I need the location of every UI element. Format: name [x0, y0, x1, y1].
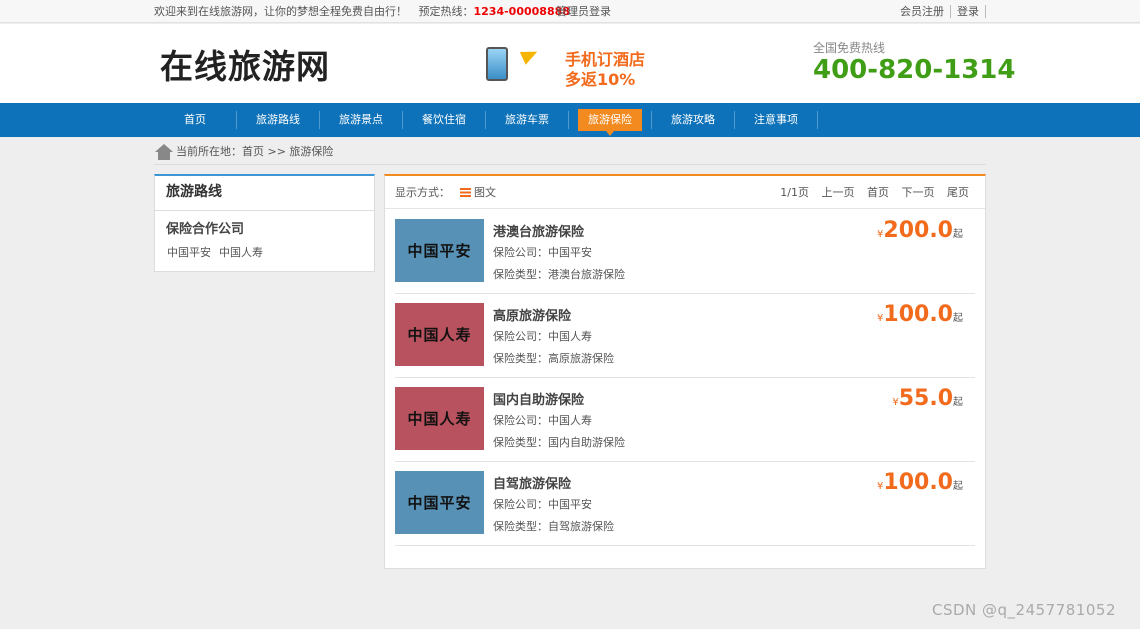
nav-item-notes[interactable]: 注意事项: [744, 109, 808, 131]
sidebar: 旅游路线 保险合作公司 中国平安 中国人寿: [154, 174, 375, 272]
list-item[interactable]: 中国平安 港澳台旅游保险 保险公司：中国平安 保险类型：港澳台旅游保险 ¥200…: [395, 210, 975, 294]
admin-login-link[interactable]: 管理员登录: [556, 0, 611, 23]
last-page-link[interactable]: 尾页: [947, 186, 969, 199]
item-company: 保险公司：中国人寿: [493, 330, 592, 343]
top-bar: 欢迎来到在线旅游网，让你的梦想全程免费自由行！ 预定热线：1234-000088…: [0, 0, 1140, 23]
item-title[interactable]: 国内自助游保险: [493, 389, 584, 408]
nav-item-tickets[interactable]: 旅游车票: [495, 109, 559, 131]
insurance-list-panel: 显示方式： 图文 1/1页 上一页 首页 下一页 尾页 中国平安 港澳台旅游保险 …: [384, 174, 986, 569]
item-company: 保险公司：中国平安: [493, 498, 592, 511]
first-page-link[interactable]: 首页: [867, 186, 889, 199]
login-link[interactable]: 登录: [951, 5, 986, 18]
insurer-logo-image[interactable]: 中国平安: [395, 219, 484, 282]
item-title[interactable]: 港澳台旅游保险: [493, 221, 584, 240]
register-link[interactable]: 会员注册: [894, 5, 951, 18]
nav-divider: [319, 111, 320, 129]
site-logo[interactable]: 在线旅游网: [160, 40, 330, 88]
item-type: 保险类型：港澳台旅游保险: [493, 268, 625, 281]
pager: 1/1页 上一页 首页 下一页 尾页: [771, 176, 969, 209]
nav-item-routes[interactable]: 旅游路线: [246, 109, 310, 131]
item-type: 保险类型：自驾旅游保险: [493, 520, 614, 533]
hotline-label: 预定热线：: [418, 5, 474, 18]
item-price: ¥55.0起: [892, 386, 963, 411]
mobile-phone-icon: [486, 47, 508, 81]
promo-banner[interactable]: 手机订酒店 多返10%: [480, 44, 650, 89]
nav-divider: [734, 111, 735, 129]
page-info: 1/1页: [780, 186, 809, 199]
sidebar-title: 旅游路线: [155, 176, 374, 211]
sidebar-link-pingan[interactable]: 中国平安: [167, 246, 211, 259]
item-title[interactable]: 自驾旅游保险: [493, 473, 571, 492]
insurer-logo-image[interactable]: 中国平安: [395, 471, 484, 534]
watermark: CSDN @q_2457781052: [932, 601, 1116, 619]
nav-item-attractions[interactable]: 旅游景点: [329, 109, 393, 131]
display-mode-value[interactable]: 图文: [474, 186, 496, 199]
nav-divider: [568, 111, 569, 129]
item-type: 保险类型：国内自助游保险: [493, 436, 625, 449]
sidebar-link-renshou[interactable]: 中国人寿: [219, 246, 263, 259]
welcome-text: 欢迎来到在线旅游网，让你的梦想全程免费自由行！: [154, 5, 407, 18]
nav-item-insurance[interactable]: 旅游保险: [578, 109, 642, 136]
item-price: ¥100.0起: [877, 470, 963, 495]
nav-item-guides[interactable]: 旅游攻略: [661, 109, 725, 131]
breadcrumb-text[interactable]: 当前所在地：首页 >> 旅游保险: [176, 139, 333, 165]
item-company: 保险公司：中国平安: [493, 246, 592, 259]
nav-divider: [817, 111, 818, 129]
nav-divider: [236, 111, 237, 129]
list-toolbar: 显示方式： 图文 1/1页 上一页 首页 下一页 尾页: [385, 176, 985, 209]
sidebar-section-title: 保险合作公司: [166, 222, 245, 237]
item-title[interactable]: 高原旅游保险: [493, 305, 571, 324]
site-header: 在线旅游网 手机订酒店 多返10% 全国免费热线 400-820-1314: [0, 24, 1140, 103]
promo-line-2: 多返10%: [565, 70, 636, 89]
item-price: ¥100.0起: [877, 302, 963, 327]
main-nav: 首页 旅游路线 旅游景点 餐饮住宿 旅游车票 旅游保险 旅游攻略 注意事项: [0, 103, 1140, 137]
display-mode-label: 显示方式：: [395, 186, 450, 199]
nav-item-dining[interactable]: 餐饮住宿: [412, 109, 476, 131]
nav-item-home[interactable]: 首页: [163, 109, 227, 131]
item-type: 保险类型：高原旅游保险: [493, 352, 614, 365]
free-hotline-label: 全国免费热线: [813, 41, 886, 55]
insurer-logo-image[interactable]: 中国人寿: [395, 387, 484, 450]
partner-links: 中国平安 中国人寿: [167, 244, 271, 260]
nav-divider: [402, 111, 403, 129]
prev-page-link[interactable]: 上一页: [822, 186, 855, 199]
next-page-link[interactable]: 下一页: [902, 186, 935, 199]
home-icon: [155, 144, 173, 160]
breadcrumb: 当前所在地：首页 >> 旅游保险: [154, 139, 986, 165]
list-item[interactable]: 中国平安 自驾旅游保险 保险公司：中国平安 保险类型：自驾旅游保险 ¥100.0…: [395, 462, 975, 546]
nav-divider: [485, 111, 486, 129]
item-company: 保险公司：中国人寿: [493, 414, 592, 427]
item-price: ¥200.0起: [877, 218, 963, 243]
insurer-logo-image[interactable]: 中国人寿: [395, 303, 484, 366]
nav-divider: [651, 111, 652, 129]
list-item[interactable]: 中国人寿 国内自助游保险 保险公司：中国人寿 保险类型：国内自助游保险 ¥55.…: [395, 378, 975, 462]
free-hotline-number: 400-820-1314: [813, 55, 1016, 85]
list-view-icon[interactable]: [460, 188, 471, 197]
list-item[interactable]: 中国人寿 高原旅游保险 保险公司：中国人寿 保险类型：高原旅游保险 ¥100.0…: [395, 294, 975, 378]
paper-plane-icon: [519, 45, 541, 65]
